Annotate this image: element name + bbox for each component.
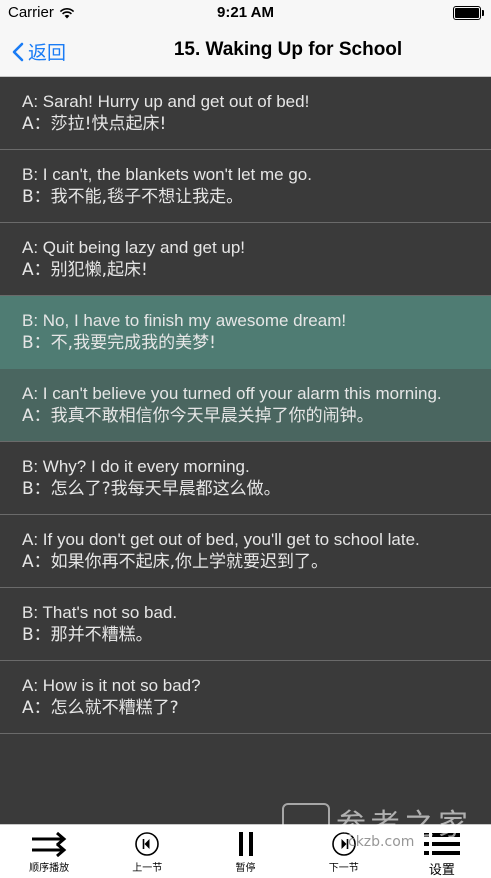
line-chinese: B：我不能,毯子不想让我走。 (22, 187, 244, 207)
line-chinese: A：怎么就不糟糕了? (22, 698, 179, 718)
settings-label: 设置 (428, 863, 455, 878)
skip-previous-icon (135, 832, 160, 856)
play-order-label: 顺序播放 (29, 863, 70, 874)
menu-list-icon (423, 833, 460, 855)
battery-icon (453, 6, 484, 20)
line-english: A: If you don't get out of bed, you'll g… (22, 530, 420, 549)
line-chinese: A：如果你再不起床,你上学就要迟到了。 (22, 552, 329, 572)
chevron-left-icon (12, 42, 24, 61)
line-english: A: How is it not so bad? (22, 676, 201, 695)
line-chinese: B：不,我要完成我的美梦! (22, 333, 216, 353)
line-english: B: That's not so bad. (22, 603, 178, 622)
pause-icon (238, 832, 253, 856)
dialogue-line[interactable]: B: Why? I do it every morning. B：怎么了?我每天… (0, 442, 491, 515)
dialogue-line[interactable]: B: That's not so bad. B：那并不糟糕。 (0, 588, 491, 661)
dialogue-line[interactable]: A: I can't believe you turned off your a… (0, 369, 491, 442)
play-order-button[interactable]: 顺序播放 (0, 825, 98, 878)
line-english: A: Quit being lazy and get up! (22, 238, 246, 257)
line-chinese: A：别犯懒,起床! (22, 260, 148, 280)
dialogue-line[interactable]: A: If you don't get out of bed, you'll g… (0, 515, 491, 588)
line-english: A: Sarah! Hurry up and get out of bed! (22, 92, 310, 111)
back-label: 返回 (28, 43, 67, 64)
shuffle-order-icon (32, 831, 67, 857)
line-english: A: I can't believe you turned off your a… (22, 384, 442, 403)
dialogue-line-active[interactable]: B: No, I have to finish my awesome dream… (0, 296, 491, 369)
dialogue-list[interactable]: A: Sarah! Hurry up and get out of bed! A… (0, 77, 491, 824)
line-chinese: B：怎么了?我每天早晨都这么做。 (22, 479, 281, 499)
dialogue-line[interactable]: B: I can't, the blankets won't let me go… (0, 150, 491, 223)
next-label: 下一节 (328, 863, 359, 874)
status-bar: Carrier 9:21 AM (0, 0, 491, 26)
line-chinese: A：我真不敢相信你今天早晨关掉了你的闹钟。 (22, 406, 374, 426)
navigation-bar: 返回 15. Waking Up for School (0, 26, 491, 77)
dialogue-line[interactable]: A: How is it not so bad? A：怎么就不糟糕了? (0, 661, 491, 734)
page-title: 15. Waking Up for School (173, 39, 403, 60)
player-toolbar: 顺序播放 上一节 暂停 下一节 设置 (0, 824, 491, 878)
dialogue-line[interactable]: A: Quit being lazy and get up! A：别犯懒,起床! (0, 223, 491, 296)
line-chinese: B：那并不糟糕。 (22, 625, 153, 645)
previous-label: 上一节 (132, 863, 163, 874)
status-time: 9:21 AM (217, 4, 274, 21)
line-english: B: I can't, the blankets won't let me go… (22, 165, 312, 184)
pause-label: 暂停 (235, 863, 256, 874)
line-chinese: A：莎拉!快点起床! (22, 114, 167, 134)
skip-next-icon (331, 832, 356, 856)
back-button[interactable]: 返回 (12, 38, 66, 65)
next-button[interactable]: 下一节 (295, 825, 393, 878)
line-english: B: Why? I do it every morning. (22, 457, 250, 476)
line-english: B: No, I have to finish my awesome dream… (22, 311, 347, 330)
previous-button[interactable]: 上一节 (98, 825, 196, 878)
pause-button[interactable]: 暂停 (196, 825, 294, 878)
dialogue-line[interactable]: A: Sarah! Hurry up and get out of bed! A… (0, 77, 491, 150)
settings-button[interactable]: 设置 (393, 825, 491, 878)
